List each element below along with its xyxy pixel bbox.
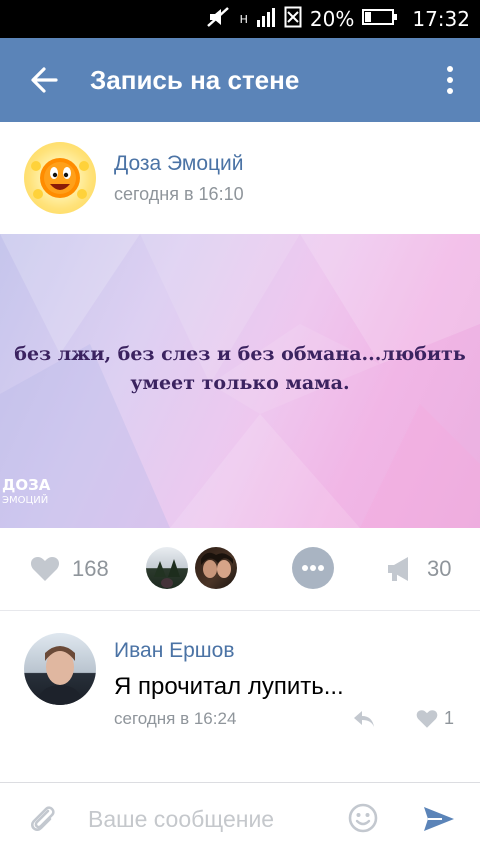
battery-icon [362, 7, 398, 31]
more-likers-button[interactable] [292, 547, 334, 589]
sim-off-icon [284, 6, 302, 33]
share-icon[interactable] [386, 556, 414, 582]
more-vert-icon[interactable] [440, 64, 460, 96]
status-bar: H 20% 17:32 [0, 0, 480, 38]
reply-icon[interactable] [352, 709, 376, 729]
signal-icon [256, 6, 276, 33]
watermark: ДОЗА ЭМОЦИЙ [2, 478, 50, 508]
avatar[interactable] [24, 633, 96, 705]
comment-time: сегодня в 16:24 [114, 709, 237, 728]
post-actions: 168 30 [0, 528, 480, 610]
comment-text: Я прочитал лупить... [114, 673, 344, 700]
like-icon[interactable] [30, 556, 60, 582]
post-image-text-line2: умеет только мама. [130, 372, 350, 394]
comment-likes-count[interactable]: 1 [444, 708, 454, 729]
mute-icon [206, 6, 232, 33]
message-input[interactable] [88, 803, 328, 835]
comment: Иван Ершов Я прочитал лупить... сегодня … [0, 610, 480, 781]
post-header: Доза Эмоций сегодня в 16:10 [0, 122, 480, 234]
arrow-back-icon[interactable] [26, 62, 62, 98]
battery-percent: 20% [309, 7, 355, 31]
post-image-text-line1: без лжи, без слез и без обмана...любить [14, 343, 466, 365]
status-time: 17:32 [412, 7, 470, 31]
shares-count[interactable]: 30 [427, 556, 451, 582]
page-title: Запись на стене [90, 65, 300, 95]
send-icon[interactable] [422, 805, 456, 833]
app-bar: Запись на стене [0, 38, 480, 122]
likes-count[interactable]: 168 [72, 556, 109, 582]
post-image[interactable]: без лжи, без слез и без обмана...любить … [0, 234, 480, 528]
message-composer [0, 782, 480, 855]
liker-avatar[interactable] [146, 547, 188, 589]
emoji-icon[interactable] [348, 803, 378, 833]
liker-avatar[interactable] [195, 547, 237, 589]
post-image-text: без лжи, без слез и без обмана...любить … [0, 340, 480, 398]
post-time: сегодня в 16:10 [114, 184, 244, 204]
comment-like-icon[interactable] [416, 709, 438, 729]
avatar[interactable] [24, 142, 96, 214]
paperclip-icon[interactable] [28, 803, 58, 837]
network-type-label: H [239, 12, 248, 26]
watermark-line2: ЭМОЦИЙ [2, 495, 49, 506]
watermark-line1: ДОЗА [2, 476, 51, 494]
post-author[interactable]: Доза Эмоций [114, 152, 244, 176]
comment-author[interactable]: Иван Ершов [114, 639, 235, 663]
